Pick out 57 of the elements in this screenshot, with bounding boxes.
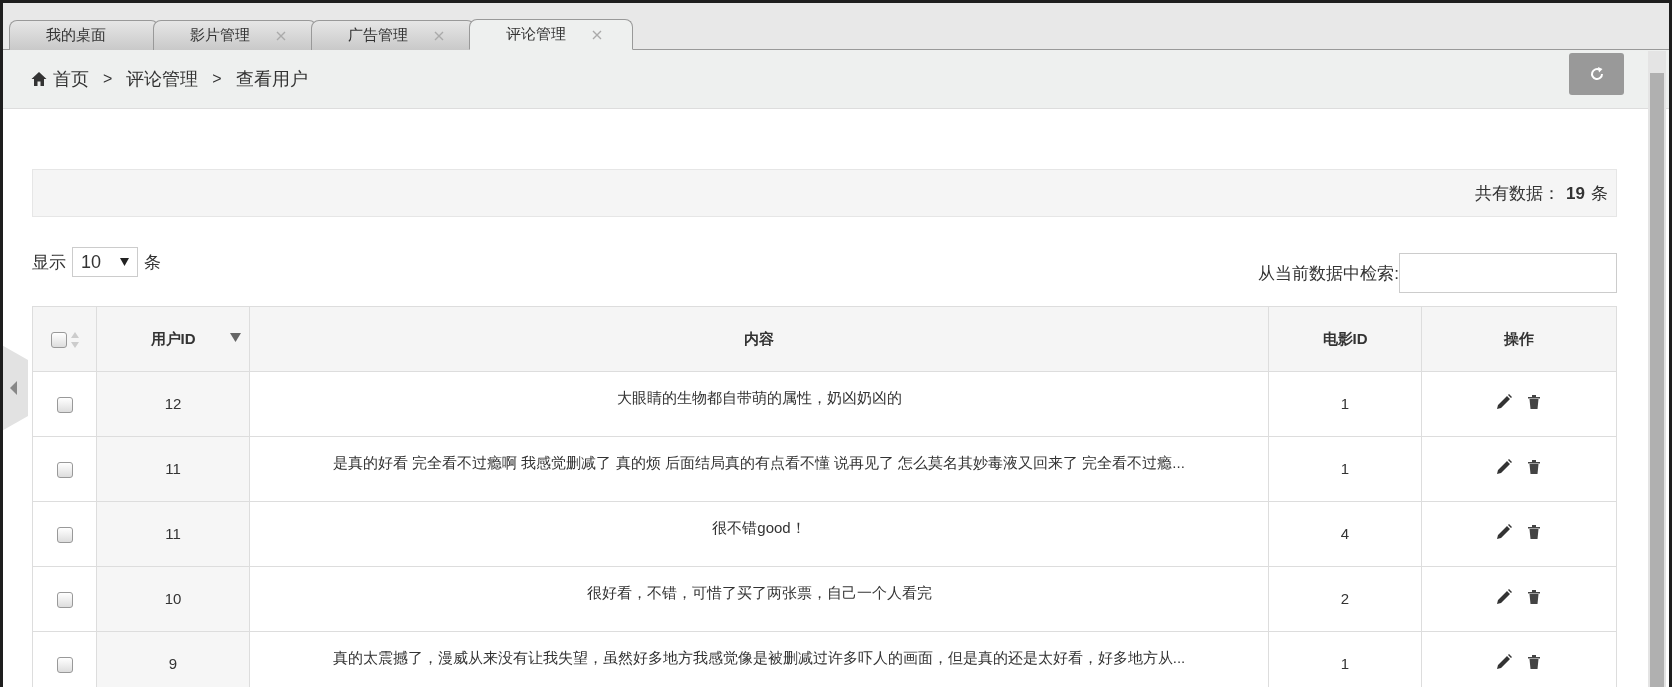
breadcrumb-item: 查看用户	[235, 68, 308, 91]
breadcrumb-item[interactable]: 首页	[53, 67, 89, 91]
movie-id-cell: 2	[1340, 590, 1350, 607]
breadcrumb-item[interactable]: 评论管理	[126, 67, 199, 91]
page-length-label: 显示	[32, 251, 66, 274]
row-checkbox[interactable]	[56, 592, 73, 609]
row-checkbox[interactable]	[56, 527, 73, 544]
sidebar-toggle[interactable]	[3, 344, 28, 432]
user-id-cell: 11	[165, 460, 181, 477]
edit-icon[interactable]	[1495, 652, 1513, 671]
sort-descending-icon[interactable]	[230, 333, 241, 342]
movie-id-cell: 1	[1340, 655, 1350, 672]
user-id-cell: 12	[164, 395, 182, 412]
trash-icon[interactable]	[1525, 522, 1543, 541]
comment-cell: 大眼睛的生物都自带萌的属性，奶凶奶凶的	[616, 389, 902, 406]
close-icon[interactable]	[592, 29, 602, 40]
edit-icon[interactable]	[1495, 457, 1513, 476]
edit-icon[interactable]	[1495, 587, 1513, 606]
close-icon[interactable]	[434, 30, 444, 41]
breadcrumb-separator: >	[212, 70, 222, 88]
caret-icon	[120, 258, 129, 266]
breadcrumb-separator: >	[103, 70, 113, 88]
user-id-cell: 10	[164, 590, 182, 607]
user-id-cell: 11	[165, 525, 181, 542]
record-count: 共有数据： 19 条	[1475, 182, 1608, 205]
search-label: 从当前数据中检索:	[1258, 262, 1399, 285]
row-checkbox[interactable]	[56, 657, 73, 674]
select-all-checkbox[interactable]	[50, 331, 67, 348]
sort-icon[interactable]	[70, 330, 79, 349]
trash-icon[interactable]	[1525, 652, 1543, 671]
close-icon[interactable]	[276, 30, 286, 41]
search-field[interactable]	[1399, 253, 1617, 293]
movie-id-cell: 4	[1340, 525, 1350, 542]
refresh-button[interactable]	[1569, 53, 1624, 95]
comment-cell: 真的太震撼了，漫威从来没有让我失望，虽然好多地方我感觉像是被删减过许多吓人的画面，但是真的还是太好看，好多地方从...	[332, 649, 1186, 666]
column-header[interactable]: 内容	[744, 329, 774, 347]
home-icon	[31, 71, 47, 87]
movie-id-cell: 1	[1340, 460, 1350, 477]
comment-cell: 是真的好看 完全看不过瘾啊 我感觉删减了 真的烦 后面结局真的有点看不懂 说再见了 怎么莫名其妙毒液又回来了 完全看不过瘾...	[333, 454, 1185, 471]
trash-icon[interactable]	[1525, 392, 1543, 411]
trash-icon[interactable]	[1525, 587, 1543, 606]
user-id-cell: 9	[168, 655, 178, 672]
tab[interactable]: 评论管理	[469, 19, 633, 50]
page-length-unit: 条	[144, 251, 161, 274]
trash-icon[interactable]	[1525, 457, 1543, 476]
row-checkbox[interactable]	[56, 462, 73, 479]
movie-id-cell: 1	[1340, 395, 1350, 412]
page-length-select[interactable]: 10	[72, 247, 138, 277]
row-checkbox[interactable]	[56, 397, 73, 414]
edit-icon[interactable]	[1495, 522, 1513, 541]
comment-cell: 很不错good！	[712, 519, 806, 536]
column-header[interactable]: 电影ID	[1322, 329, 1368, 347]
comment-cell: 很好看，不错，可惜了买了两张票，自己一个人看完	[586, 584, 932, 601]
column-header[interactable]: 操作	[1504, 329, 1534, 347]
scrollbar[interactable]	[1648, 51, 1666, 687]
column-header[interactable]: 用户ID	[150, 329, 196, 347]
edit-icon[interactable]	[1495, 392, 1513, 411]
